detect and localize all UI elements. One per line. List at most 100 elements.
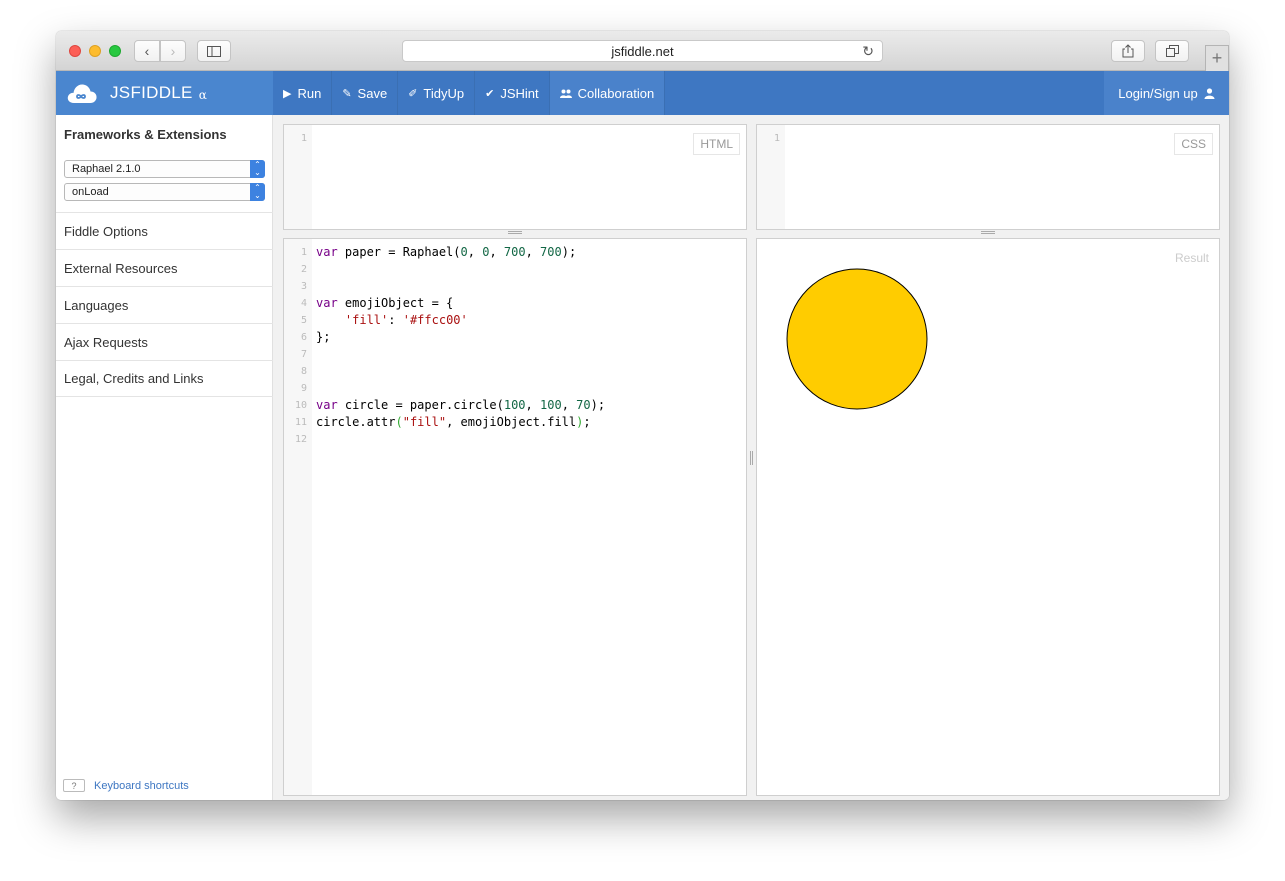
load-type-select-value: onLoad [72,186,109,198]
line-number: 6 [300,332,307,343]
new-tab-button[interactable]: + [1205,45,1229,71]
action-toolbar: ▶ Run ✎ Save ✐ TidyUp ✔ JSHint Collabora… [273,71,666,115]
left-sidebar: Frameworks & Extensions Raphael 2.1.0 ⌃ ⌄… [56,115,273,800]
plus-icon: + [1211,48,1223,68]
line-number: 2 [300,264,307,275]
keyboard-shortcuts-link[interactable]: ? Keyboard shortcuts [63,779,189,792]
jshint-label: JSHint [500,85,539,101]
people-icon [559,89,572,98]
left-horizontal-resize-handle[interactable] [508,231,522,234]
line-number: 9 [300,383,307,394]
frameworks-title: Frameworks & Extensions [64,127,227,142]
code-line: 'fill': '#ffcc00' [344,313,468,327]
code-line: var emojiObject = { [316,296,454,310]
jsfiddle-header: JSFIDDLE α ▶ Run ✎ Save ✐ TidyUp ✔ JSHin… [56,71,1229,115]
framework-select[interactable]: Raphael 2.1.0 ⌃ ⌄ [64,160,265,178]
sidebar-menu: Fiddle Options External Resources Langua… [56,212,273,397]
sidebar-item-fiddle-options[interactable]: Fiddle Options [56,212,273,249]
pencil-icon: ✎ [342,87,352,100]
line-number: 3 [300,281,307,292]
css-editor[interactable]: 1 CSS [756,124,1220,230]
line-number: 5 [300,315,307,326]
zoom-window-button[interactable] [109,45,121,57]
cloud-logo-icon [67,84,97,103]
login-label: Login/Sign up [1118,85,1198,101]
logo-alpha: α [198,88,207,102]
line-number: 1 [300,133,307,144]
line-number: 12 [294,434,307,445]
address-url: jsfiddle.net [611,43,674,59]
user-icon [1204,87,1215,99]
run-button[interactable]: ▶ Run [273,71,333,115]
line-number: 1 [773,133,780,144]
code-line: circle.attr("fill", emojiObject.fill); [316,415,591,429]
code-line: }; [316,330,331,344]
sidebar-icon [207,45,221,57]
css-gutter: 1 [757,125,785,229]
line-number: 8 [300,366,307,377]
js-code-content[interactable]: var paper = Raphael(0, 0, 700, 700); var… [316,244,605,448]
line-number: 7 [300,349,307,360]
framework-select-value: Raphael 2.1.0 [72,163,141,175]
html-gutter: 1 [284,125,312,229]
load-type-select[interactable]: onLoad ⌃ ⌄ [64,183,265,201]
save-button[interactable]: ✎ Save [332,71,399,115]
select-arrows-icon: ⌃ ⌄ [250,160,265,178]
js-gutter: 1 2 3 4 5 6 7 8 9 10 11 12 [284,239,312,795]
html-pane-label: HTML [693,133,740,155]
editor-workspace: 1 HTML 1 CSS 1 2 3 4 5 6 7 8 9 10 11 12 … [273,115,1229,800]
login-signup-button[interactable]: Login/Sign up [1104,71,1229,115]
chevron-left-icon: ‹ [144,43,150,59]
close-window-button[interactable] [69,45,81,57]
broom-icon: ✐ [408,87,418,100]
share-icon [1122,44,1134,58]
shortcut-key-badge: ? [63,779,85,792]
share-button[interactable] [1111,40,1145,62]
sidebar-item-legal-credits-links[interactable]: Legal, Credits and Links [56,360,273,397]
forward-button[interactable]: › [160,40,186,62]
code-line: var circle = paper.circle(100, 100, 70); [316,398,606,412]
line-number: 4 [300,298,307,309]
reload-icon[interactable]: ↻ [862,43,874,60]
sidebar-item-ajax-requests[interactable]: Ajax Requests [56,323,273,360]
vertical-resize-handle[interactable] [750,451,753,465]
chevron-right-icon: › [170,43,176,59]
select-arrows-icon: ⌃ ⌄ [250,183,265,201]
jshint-button[interactable]: ✔ JSHint [475,71,550,115]
sidebar-toggle-button[interactable] [197,40,231,62]
show-tabs-button[interactable] [1155,40,1189,62]
result-pane[interactable]: Result [756,238,1220,796]
line-number: 10 [294,400,307,411]
run-label: Run [297,85,322,101]
logo[interactable]: JSFIDDLE α [56,71,273,115]
address-bar[interactable]: jsfiddle.net ↻ [402,40,883,62]
save-label: Save [357,85,388,101]
right-horizontal-resize-handle[interactable] [981,231,995,234]
line-number: 11 [294,417,307,428]
back-button[interactable]: ‹ [134,40,160,62]
logo-text: JSFIDDLE [110,83,193,102]
javascript-editor[interactable]: 1 2 3 4 5 6 7 8 9 10 11 12 var paper = R… [283,238,747,796]
collaboration-button[interactable]: Collaboration [549,71,666,115]
line-number: 1 [300,247,307,258]
html-editor[interactable]: 1 HTML [283,124,747,230]
result-canvas [786,268,928,410]
collaboration-label: Collaboration [577,85,655,101]
play-icon: ▶ [283,87,292,100]
browser-window: ‹ › jsfiddle.net ↻ + JSFIDDLE α ▶ Run ✎ … [56,31,1229,800]
minimize-window-button[interactable] [89,45,101,57]
tidyup-button[interactable]: ✐ TidyUp [398,71,476,115]
sidebar-item-external-resources[interactable]: External Resources [56,249,273,286]
tabs-icon [1165,45,1179,57]
yellow-circle [786,268,928,410]
code-line: var paper = Raphael(0, 0, 700, 700); [316,245,577,259]
css-pane-label: CSS [1174,133,1213,155]
sidebar-item-languages[interactable]: Languages [56,286,273,323]
tidyup-label: TidyUp [423,85,465,101]
